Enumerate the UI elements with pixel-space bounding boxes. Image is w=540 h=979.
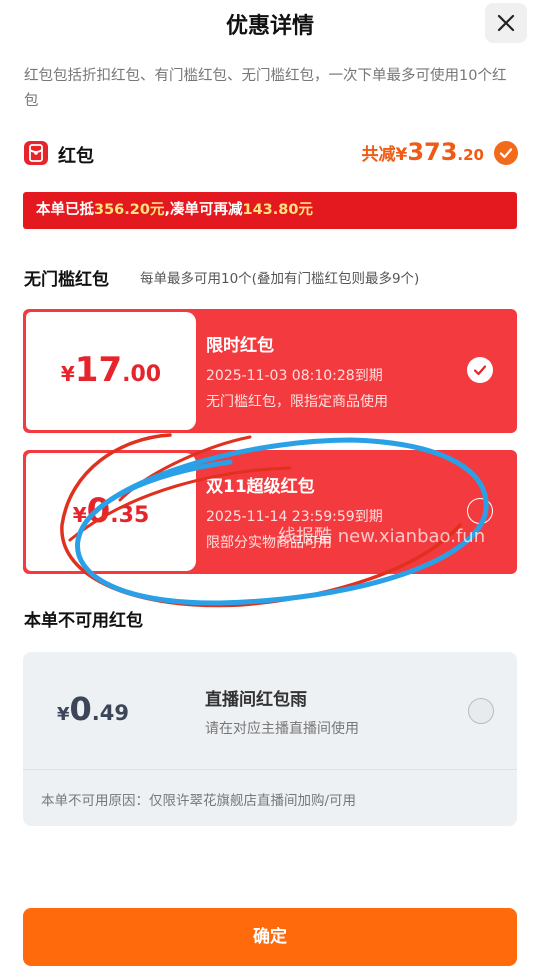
coupon-amount-int: 17 — [74, 350, 123, 390]
banner-more-amount: 143.80元 — [242, 202, 313, 218]
coupon-name: 双11超级红包 — [206, 477, 315, 497]
coupon-radio[interactable] — [467, 498, 493, 524]
unavailable-rule: 请在对应主播直播间使用 — [205, 721, 359, 737]
watermark-text: 线报酷 new.xianbao.fun — [278, 526, 486, 547]
banner-used-amount: 356.20元 — [94, 202, 165, 218]
coupon-name: 限时红包 — [206, 336, 274, 356]
unavailable-currency: ¥ — [57, 704, 70, 725]
close-icon — [497, 14, 515, 32]
coupon-currency: ¥ — [72, 503, 87, 527]
coupon-amount-int: 0 — [86, 491, 111, 531]
section-title-unavailable: 本单不可用红包 — [24, 611, 143, 631]
hongbao-label: 红包 — [58, 146, 94, 167]
total-currency: ¥ — [395, 145, 408, 165]
coupon-currency: ¥ — [60, 362, 75, 386]
coupon-card[interactable]: ¥17.00 限时红包 2025-11-03 08:10:28到期 无门槛红包，… — [23, 309, 517, 433]
check-icon — [473, 365, 487, 376]
coupon-amount-dec: .35 — [110, 503, 150, 528]
total-dec: .20 — [457, 146, 484, 164]
total-int: 373 — [407, 138, 458, 166]
coupon-amount-dec: .00 — [122, 362, 162, 387]
coupon-rule: 无门槛红包，限指定商品使用 — [206, 394, 388, 410]
section-note-no-threshold: 每单最多可用10个(叠加有门槛红包则最多9个) — [140, 271, 420, 287]
page-title: 优惠详情 — [225, 14, 314, 39]
hongbao-toggle-checkbox[interactable] — [494, 141, 518, 165]
coupon-amount: ¥0.35 — [26, 491, 196, 531]
banner-prefix: 本单已抵 — [36, 202, 94, 218]
unavailable-reason: 本单不可用原因：仅限许翠花旗舰店直播间加购/可用 — [41, 793, 357, 809]
hongbao-summary-row: 红包 共减¥373.20 — [24, 138, 518, 172]
description: 红包包括折扣红包、有门槛红包、无门槛红包，一次下单最多可使用10个红包 — [24, 68, 507, 109]
unavailable-coupon-card: ¥0.49 直播间红包雨 请在对应主播直播间使用 本单不可用原因：仅限许翠花旗舰… — [23, 652, 517, 826]
divider — [23, 769, 517, 770]
total-label: 共减 — [361, 145, 396, 165]
coupon-expire: 2025-11-03 08:10:28到期 — [206, 368, 383, 384]
coupon-selected-checkbox[interactable] — [467, 357, 493, 383]
check-icon — [499, 148, 513, 159]
confirm-button[interactable]: 确定 — [23, 908, 517, 966]
unavailable-amount-int: 0 — [69, 690, 92, 728]
unavailable-radio — [468, 698, 494, 724]
total-discount: 共减¥373.20 — [361, 138, 484, 166]
close-button[interactable] — [485, 3, 527, 43]
savings-banner: 本单已抵356.20元,凑单可再减143.80元 — [23, 192, 517, 229]
coupon-card[interactable]: ¥0.35 双11超级红包 2025-11-14 23:59:59到期 限部分实… — [23, 450, 517, 574]
unavailable-amount-dec: .49 — [91, 701, 129, 725]
coupon-amount-panel: ¥0.35 — [26, 453, 196, 571]
section-title-no-threshold: 无门槛红包 — [24, 270, 109, 290]
unavailable-name: 直播间红包雨 — [205, 690, 307, 710]
red-envelope-icon — [24, 141, 48, 165]
title-bar: 优惠详情 — [0, 0, 540, 50]
banner-middle: ,凑单可再减 — [164, 202, 243, 218]
coupon-amount-panel: ¥17.00 — [26, 312, 196, 430]
unavailable-amount: ¥0.49 — [23, 690, 163, 728]
coupon-amount: ¥17.00 — [26, 350, 196, 390]
